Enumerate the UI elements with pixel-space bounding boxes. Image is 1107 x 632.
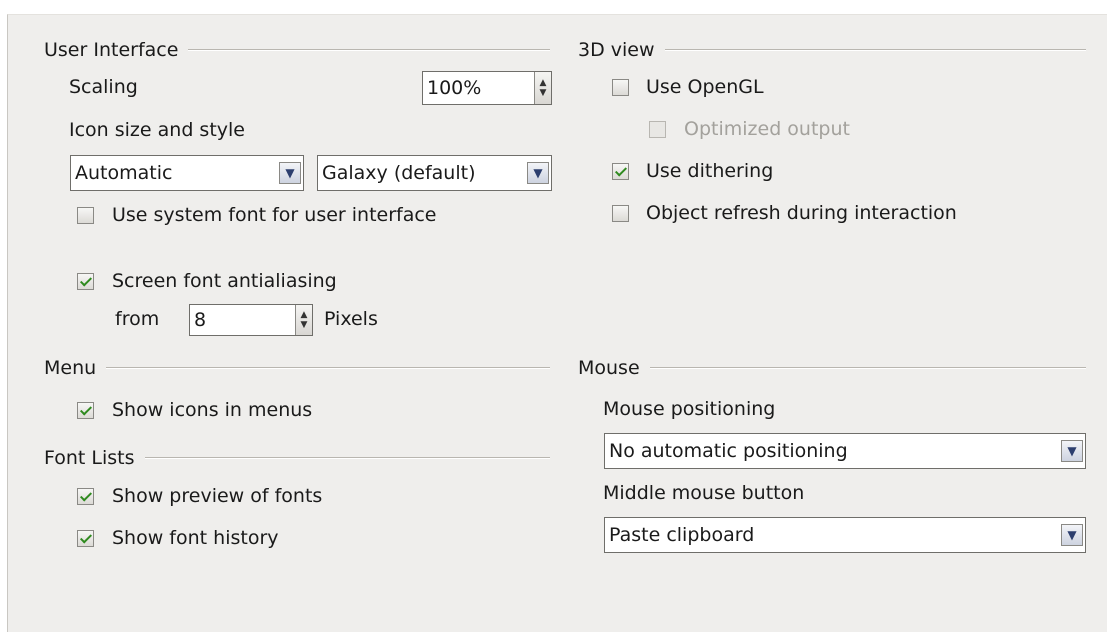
scaling-spinbox[interactable]: 100% ▲ ▼: [422, 71, 552, 105]
antialiasing-checkbox[interactable]: [77, 273, 94, 290]
3d-view-header: 3D view: [578, 39, 1086, 61]
antialiasing-label[interactable]: Screen font antialiasing: [112, 270, 337, 292]
use-opengl-label[interactable]: Use OpenGL: [646, 76, 764, 98]
section-divider: [649, 367, 1086, 369]
font-lists-header: Font Lists: [44, 447, 550, 469]
3d-view-title: 3D view: [578, 39, 655, 61]
mouse-positioning-select[interactable]: No automatic positioning ▼: [604, 433, 1086, 469]
middle-mouse-label: Middle mouse button: [603, 482, 805, 504]
optimized-output-label: Optimized output: [684, 118, 850, 140]
show-history-label[interactable]: Show font history: [112, 527, 279, 549]
scaling-value[interactable]: 100%: [423, 77, 534, 99]
middle-mouse-select[interactable]: Paste clipboard ▼: [604, 517, 1086, 553]
object-refresh-checkbox[interactable]: [612, 205, 629, 222]
menu-header: Menu: [44, 357, 550, 379]
icon-size-value: Automatic: [75, 162, 173, 184]
icon-size-style-label: Icon size and style: [69, 119, 245, 141]
user-interface-header: User Interface: [44, 39, 550, 61]
mouse-title: Mouse: [578, 357, 640, 379]
system-font-label[interactable]: Use system font for user interface: [112, 204, 437, 226]
show-preview-checkbox[interactable]: [77, 488, 94, 505]
scaling-label: Scaling: [69, 76, 138, 98]
optimized-output-checkbox: [649, 121, 666, 138]
antialiasing-pixels-spinbox[interactable]: 8 ▲ ▼: [189, 304, 313, 336]
icon-style-select[interactable]: Galaxy (default) ▼: [317, 155, 552, 191]
spin-arrows-icon[interactable]: ▲ ▼: [534, 72, 551, 104]
section-divider: [664, 49, 1086, 51]
user-interface-title: User Interface: [44, 39, 179, 61]
menu-title: Menu: [44, 357, 97, 379]
icon-size-select[interactable]: Automatic ▼: [70, 155, 304, 191]
spin-arrows-icon[interactable]: ▲ ▼: [295, 305, 312, 335]
show-history-checkbox[interactable]: [77, 530, 94, 547]
object-refresh-label[interactable]: Object refresh during interaction: [646, 202, 957, 224]
middle-mouse-value: Paste clipboard: [609, 524, 755, 546]
chevron-down-icon[interactable]: ▼: [1061, 440, 1083, 462]
pixels-label: Pixels: [324, 308, 378, 330]
chevron-down-icon[interactable]: ▼: [1061, 524, 1083, 546]
mouse-header: Mouse: [578, 357, 1086, 379]
show-preview-label[interactable]: Show preview of fonts: [112, 485, 322, 507]
chevron-down-icon[interactable]: ▼: [279, 162, 301, 184]
mouse-positioning-label: Mouse positioning: [603, 398, 776, 420]
system-font-checkbox[interactable]: [77, 207, 94, 224]
from-label: from: [115, 308, 160, 330]
show-icons-label[interactable]: Show icons in menus: [112, 399, 312, 421]
section-divider: [188, 49, 550, 51]
chevron-down-icon[interactable]: ▼: [527, 162, 549, 184]
icon-style-value: Galaxy (default): [322, 162, 476, 184]
antialiasing-pixels-value[interactable]: 8: [190, 309, 295, 331]
mouse-positioning-value: No automatic positioning: [609, 440, 848, 462]
use-opengl-checkbox[interactable]: [612, 79, 629, 96]
use-dithering-label[interactable]: Use dithering: [646, 160, 773, 182]
show-icons-checkbox[interactable]: [77, 402, 94, 419]
options-panel: User Interface Scaling 100% ▲ ▼ Icon size…: [7, 14, 1107, 632]
use-dithering-checkbox[interactable]: [612, 163, 629, 180]
font-lists-title: Font Lists: [44, 447, 135, 469]
section-divider: [144, 457, 550, 459]
section-divider: [106, 367, 550, 369]
